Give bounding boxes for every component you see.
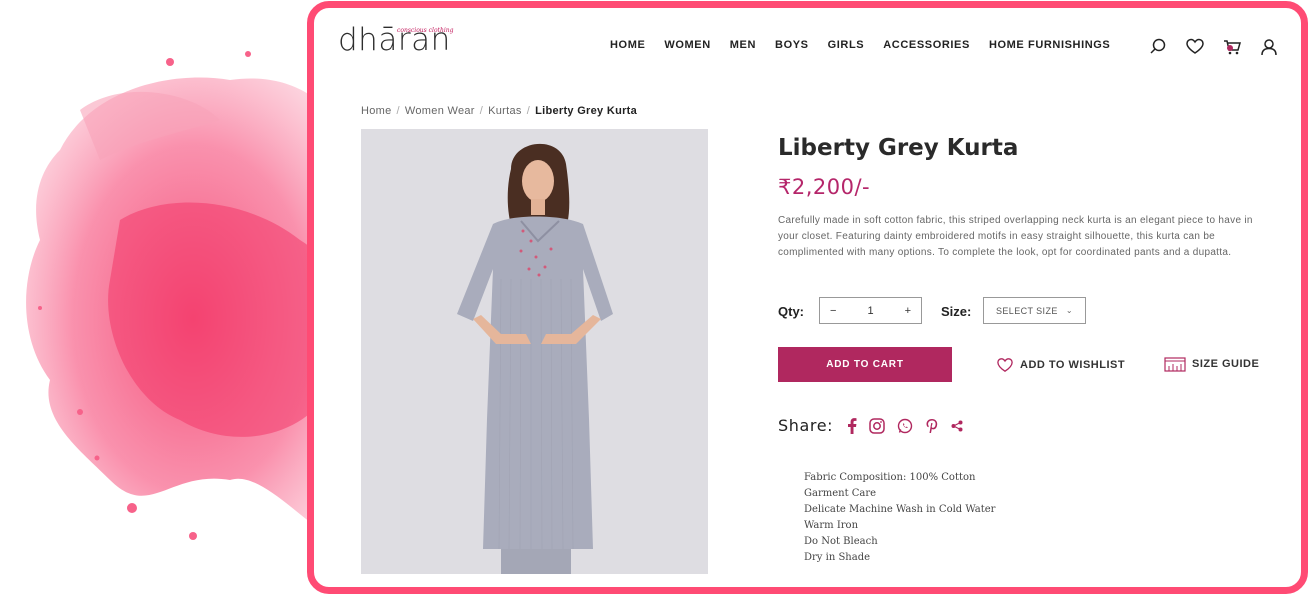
wishlist-label: ADD TO WISHLIST	[1020, 359, 1126, 371]
qty-decrease-button[interactable]: −	[830, 305, 836, 317]
product-title: Liberty Grey Kurta	[778, 135, 1019, 161]
spec-item: Delicate Machine Wash in Cold Water	[804, 504, 996, 515]
logo-tagline: conscious clothing	[397, 27, 454, 34]
spec-item: Dry in Shade	[804, 552, 871, 563]
share-label: Share:	[778, 416, 834, 435]
whatsapp-icon[interactable]	[897, 418, 913, 434]
user-icon[interactable]	[1259, 37, 1279, 57]
nav-home-furnishings[interactable]: HOME FURNISHINGS	[989, 39, 1110, 51]
size-guide-label: SIZE GUIDE	[1192, 358, 1260, 370]
size-label: Size:	[941, 304, 972, 319]
size-select-value: SELECT SIZE	[996, 305, 1058, 316]
add-to-cart-button[interactable]: ADD TO CART	[778, 347, 952, 382]
qty-label: Qty:	[778, 304, 804, 319]
share-icon[interactable]	[951, 420, 963, 432]
product-description: Carefully made in soft cotton fabric, th…	[778, 215, 1253, 258]
breadcrumb-kurtas[interactable]: Kurtas	[488, 105, 522, 117]
nav-accessories[interactable]: ACCESSORIES	[883, 39, 970, 51]
facebook-icon[interactable]	[847, 417, 857, 434]
nav-men[interactable]: MEN	[730, 39, 756, 51]
cart-icon[interactable]	[1222, 37, 1242, 57]
product-price: ₹2,200/-	[778, 175, 871, 199]
header-icons	[1148, 37, 1279, 57]
spec-item: Fabric Composition: 100% Cotton	[804, 472, 976, 483]
spec-item: Garment Care	[804, 488, 877, 499]
nav-boys[interactable]: BOYS	[775, 39, 809, 51]
pinterest-icon[interactable]	[925, 418, 939, 434]
breadcrumb-current: Liberty Grey Kurta	[535, 105, 638, 117]
nav-women[interactable]: WOMEN	[664, 39, 710, 51]
qty-value[interactable]: 1	[867, 305, 873, 317]
breadcrumb-home[interactable]: Home	[361, 105, 392, 117]
instagram-icon[interactable]	[869, 417, 885, 434]
spec-item: Do Not Bleach	[804, 536, 878, 547]
size-select[interactable]: SELECT SIZE ⌄	[983, 297, 1086, 324]
add-to-wishlist-button[interactable]: ADD TO WISHLIST	[996, 357, 1125, 373]
product-page-frame: dhāran conscious clothing HOME WOMEN MEN…	[307, 1, 1308, 594]
product-specs: Fabric Composition: 100% Cotton Garment …	[804, 470, 995, 566]
breadcrumb-women-wear[interactable]: Women Wear	[405, 105, 475, 117]
qty-increase-button[interactable]: +	[905, 305, 911, 317]
nav-home[interactable]: HOME	[610, 39, 645, 51]
chevron-down-icon: ⌄	[1065, 306, 1073, 315]
heart-icon[interactable]	[1185, 37, 1205, 57]
ruler-icon	[1164, 357, 1186, 372]
share-bar: Share:	[778, 416, 963, 435]
size-guide-link[interactable]: SIZE GUIDE	[1164, 356, 1259, 372]
quantity-stepper: − 1 +	[819, 297, 922, 324]
nav-girls[interactable]: GIRLS	[828, 39, 865, 51]
spec-item: Warm Iron	[804, 520, 859, 531]
main-nav: HOME WOMEN MEN BOYS GIRLS ACCESSORIES HO…	[610, 39, 1129, 51]
breadcrumb: Home / Women Wear / Kurtas / Liberty Grey Kurt…	[361, 105, 638, 117]
heart-icon	[997, 358, 1013, 373]
search-icon[interactable]	[1148, 37, 1168, 57]
model-illustration	[361, 129, 708, 574]
product-image[interactable]	[361, 129, 708, 574]
